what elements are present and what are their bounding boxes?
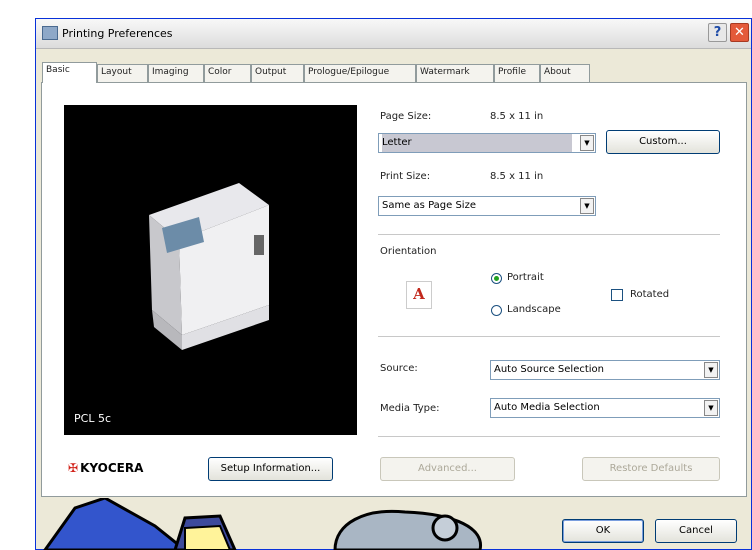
media-type-value: Auto Media Selection xyxy=(494,402,600,413)
setup-information-button[interactable]: Setup Information... xyxy=(208,457,333,481)
source-select[interactable]: Auto Source Selection ▼ xyxy=(490,360,720,380)
separator xyxy=(378,336,720,337)
rotated-label[interactable]: Rotated xyxy=(630,289,669,300)
tab-color[interactable]: Color xyxy=(204,64,251,82)
preview-label: PCL 5c xyxy=(74,412,111,425)
page-size-select[interactable]: Letter ▼ xyxy=(378,133,596,153)
print-size-value: Same as Page Size xyxy=(382,200,476,211)
separator xyxy=(378,234,720,235)
window-title: Printing Preferences xyxy=(62,27,173,40)
page-size-label: Page Size: xyxy=(380,111,432,122)
printer-icon xyxy=(42,26,58,40)
title-bar: Printing Preferences ? ✕ xyxy=(36,19,751,49)
tab-watermark[interactable]: Watermark xyxy=(416,64,494,82)
ok-button[interactable]: OK xyxy=(562,519,644,543)
tab-imaging[interactable]: Imaging xyxy=(148,64,204,82)
rotated-checkbox[interactable] xyxy=(611,289,623,301)
media-type-label: Media Type: xyxy=(380,403,440,414)
cancel-button[interactable]: Cancel xyxy=(655,519,737,543)
orientation-preview-icon: A xyxy=(406,281,432,309)
source-label: Source: xyxy=(380,363,418,374)
landscape-label[interactable]: Landscape xyxy=(507,304,561,315)
portrait-label[interactable]: Portrait xyxy=(507,272,544,283)
media-type-select[interactable]: Auto Media Selection ▼ xyxy=(490,398,720,418)
chevron-down-icon[interactable]: ▼ xyxy=(580,135,594,151)
tab-output[interactable]: Output xyxy=(251,64,304,82)
printer-image xyxy=(149,183,269,350)
kyocera-logo-text: KYOCERA xyxy=(80,461,144,475)
restore-defaults-button[interactable]: Restore Defaults xyxy=(582,457,720,481)
printer-preview: PCL 5c xyxy=(64,105,357,435)
help-button[interactable]: ? xyxy=(708,23,727,42)
close-button[interactable]: ✕ xyxy=(730,23,749,42)
tab-about[interactable]: About xyxy=(540,64,590,82)
print-size-dims: 8.5 x 11 in xyxy=(490,171,544,182)
tab-layout[interactable]: Layout xyxy=(97,64,148,82)
portrait-radio[interactable] xyxy=(491,273,502,284)
separator xyxy=(378,436,720,437)
advanced-button[interactable]: Advanced... xyxy=(380,457,515,481)
print-size-select[interactable]: Same as Page Size ▼ xyxy=(378,196,596,216)
page-size-value: Letter xyxy=(382,134,572,152)
page-size-dims: 8.5 x 11 in xyxy=(490,111,544,122)
source-value: Auto Source Selection xyxy=(494,364,605,375)
custom-button[interactable]: Custom... xyxy=(606,130,720,154)
chevron-down-icon[interactable]: ▼ xyxy=(704,362,718,378)
orientation-label: Orientation xyxy=(380,246,437,257)
tab-profile[interactable]: Profile xyxy=(494,64,540,82)
chevron-down-icon[interactable]: ▼ xyxy=(704,400,718,416)
tab-basic[interactable]: Basic xyxy=(42,62,97,83)
tab-prologue-epilogue[interactable]: Prologue/Epilogue xyxy=(304,64,416,82)
landscape-radio[interactable] xyxy=(491,305,502,316)
cartoon-figure-image xyxy=(43,498,483,550)
kyocera-mark-icon: ✠ xyxy=(68,461,79,475)
kyocera-logo: ✠ KYOCERA xyxy=(68,461,143,475)
chevron-down-icon[interactable]: ▼ xyxy=(580,198,594,214)
print-size-label: Print Size: xyxy=(380,171,431,182)
